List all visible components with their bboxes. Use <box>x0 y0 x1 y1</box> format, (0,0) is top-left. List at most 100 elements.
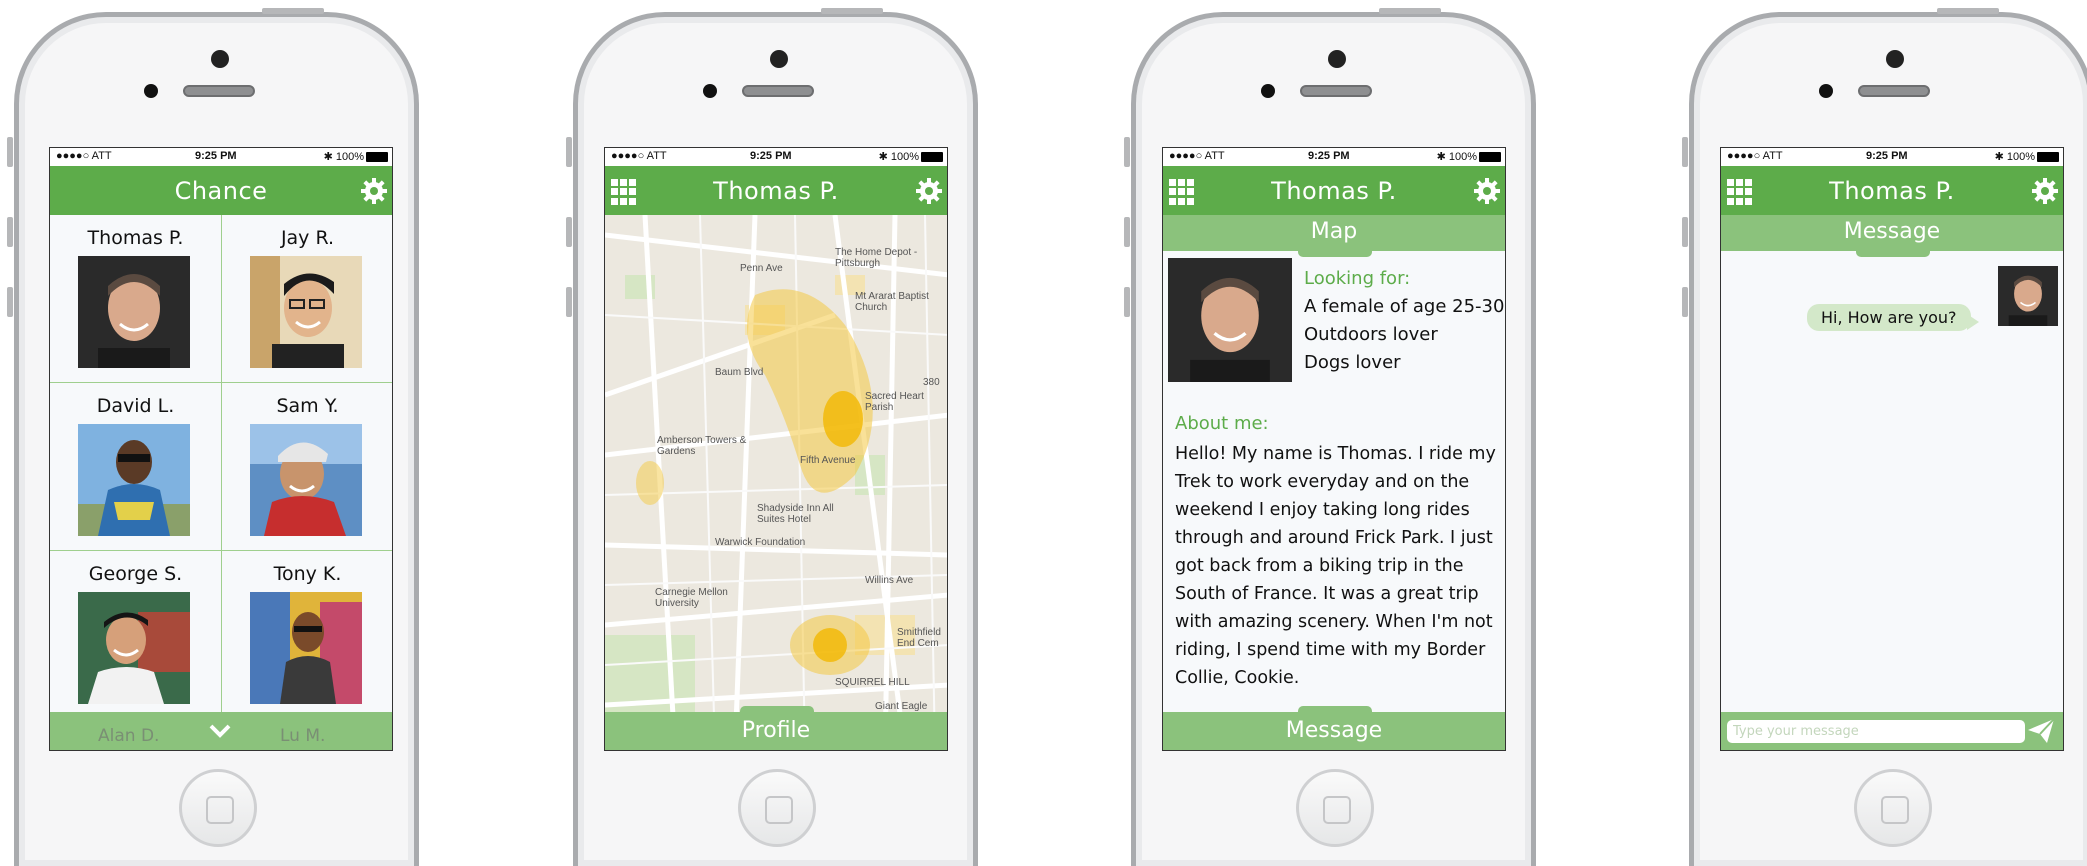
map-tab-button[interactable]: Map <box>1163 215 1505 257</box>
home-button[interactable] <box>179 769 257 847</box>
side-button <box>566 137 572 167</box>
message-button[interactable]: Message <box>1163 706 1505 750</box>
map-label: Warwick Foundation <box>715 537 806 548</box>
street-label: Fifth Avenue <box>800 455 856 466</box>
screen-map: ●●●●○ ATT 9:25 PM ✱ 100% Thomas P. The H… <box>604 147 948 751</box>
chat-bubble: Hi, How are you? <box>1807 304 1978 331</box>
side-button <box>1682 217 1688 247</box>
profile-button-label: Profile <box>741 718 811 743</box>
battery-icon <box>921 152 943 162</box>
profile-photo <box>1168 258 1292 382</box>
carrier-signal: ●●●●○ ATT <box>1169 150 1225 162</box>
street-label: Willins Ave <box>865 575 914 586</box>
battery-percent: ✱ 100% <box>1436 151 1477 163</box>
front-camera <box>1886 50 1904 68</box>
person-card[interactable]: Thomas P. <box>50 215 222 383</box>
earpiece-speaker <box>183 85 255 97</box>
page-title: Thomas P. <box>713 177 839 205</box>
person-card[interactable]: George S. <box>50 551 222 719</box>
app-header: Thomas P. <box>605 166 947 215</box>
location-map[interactable]: The Home Depot - Pittsburgh Mt Ararat Ba… <box>605 215 947 750</box>
map-label: Smithfield End Cem <box>897 627 941 649</box>
gear-icon[interactable] <box>1473 177 1501 205</box>
person-photo <box>250 256 362 368</box>
message-tab-header: Message <box>1721 215 2063 257</box>
phone-frame-2: ●●●●○ ATT 9:25 PM ✱ 100% Thomas P. The H… <box>566 8 978 866</box>
side-button <box>7 137 13 167</box>
screen-profile: ●●●●○ ATT 9:25 PM ✱ 100% Thomas P. Map L… <box>1162 147 1506 751</box>
earpiece-speaker <box>1300 85 1372 97</box>
person-name: Jay R. <box>280 227 335 249</box>
map-label: Giant Eagle <box>875 701 928 712</box>
person-photo <box>250 424 362 536</box>
chevron-down-icon[interactable] <box>208 720 232 742</box>
front-camera <box>211 50 229 68</box>
map-label: Carnegie Mellon University <box>655 587 728 609</box>
load-more-bar[interactable]: Alan D. Lu M. <box>50 712 392 750</box>
looking-for-item: Outdoors lover <box>1304 324 1438 345</box>
map-label: The Home Depot - Pittsburgh <box>835 247 918 269</box>
profile-button[interactable]: Profile <box>605 706 947 750</box>
person-card[interactable]: Sam Y. <box>222 383 392 551</box>
battery-icon <box>366 152 388 162</box>
side-button <box>7 287 13 317</box>
person-photo <box>250 592 362 704</box>
side-button <box>1124 137 1130 167</box>
home-button[interactable] <box>1854 769 1932 847</box>
earpiece-speaker <box>1858 85 1930 97</box>
power-button <box>262 8 324 14</box>
bar-tab <box>740 706 814 714</box>
phone-frame-4: ●●●●○ ATT 9:25 PM ✱ 100% Thomas P. Messa… <box>1682 8 2087 866</box>
battery-percent: ✱ 100% <box>1994 151 2035 163</box>
avatar <box>1998 266 2058 326</box>
screen-message: ●●●●○ ATT 9:25 PM ✱ 100% Thomas P. Messa… <box>1720 147 2064 751</box>
battery-icon <box>2037 152 2059 162</box>
route-badge: 380 <box>923 377 940 388</box>
bar-tab <box>1856 249 1930 257</box>
compose-bar <box>1721 712 2063 750</box>
street-label: Penn Ave <box>740 263 783 274</box>
person-photo <box>78 592 190 704</box>
page-title: Chance <box>174 177 268 205</box>
power-button <box>1379 8 1441 14</box>
gear-icon[interactable] <box>915 177 943 205</box>
power-button <box>1937 8 1999 14</box>
map-tab-label: Map <box>1310 219 1358 244</box>
battery-percent: ✱ 100% <box>323 151 364 163</box>
side-button <box>1682 287 1688 317</box>
app-header: Thomas P. <box>1163 166 1505 215</box>
side-button <box>1124 217 1130 247</box>
carrier-signal: ●●●●○ ATT <box>611 150 667 162</box>
home-button[interactable] <box>738 769 816 847</box>
next-person-name: Lu M. <box>280 726 326 746</box>
front-camera <box>1328 50 1346 68</box>
gear-icon[interactable] <box>360 177 388 205</box>
earpiece-speaker <box>742 85 814 97</box>
carrier-signal: ●●●●○ ATT <box>1727 150 1783 162</box>
map-label: Shadyside Inn All Suites Hotel <box>757 503 834 525</box>
carrier-signal: ●●●●○ ATT <box>56 150 112 162</box>
looking-for-item: A female of age 25-30 <box>1304 296 1505 317</box>
person-card[interactable]: David L. <box>50 383 222 551</box>
proximity-sensor <box>703 84 717 98</box>
side-button <box>1682 137 1688 167</box>
bar-tab <box>1298 249 1372 257</box>
home-button[interactable] <box>1296 769 1374 847</box>
send-icon[interactable] <box>2027 718 2055 744</box>
about-text: Hello! My name is Thomas. I ride my Trek… <box>1175 444 1496 688</box>
person-name: George S. <box>88 563 183 585</box>
clock: 9:25 PM <box>1308 150 1350 162</box>
person-name: Thomas P. <box>87 227 184 249</box>
page-title: Thomas P. <box>1271 177 1397 205</box>
side-button <box>566 217 572 247</box>
message-input[interactable] <box>1727 720 2025 743</box>
phone-frame-1: ●●●●○ ATT 9:25 PM ✱ 100% Chance Thomas P… <box>7 8 419 866</box>
next-person-name: Alan D. <box>98 726 160 746</box>
gear-icon[interactable] <box>2031 177 2059 205</box>
side-button <box>1124 287 1130 317</box>
phone-frame-3: ●●●●○ ATT 9:25 PM ✱ 100% Thomas P. Map L… <box>1124 8 1536 866</box>
person-name: David L. <box>96 395 175 417</box>
status-bar: ●●●●○ ATT 9:25 PM ✱ 100% <box>605 148 947 166</box>
person-card[interactable]: Jay R. <box>222 215 392 383</box>
person-card[interactable]: Tony K. <box>222 551 392 719</box>
